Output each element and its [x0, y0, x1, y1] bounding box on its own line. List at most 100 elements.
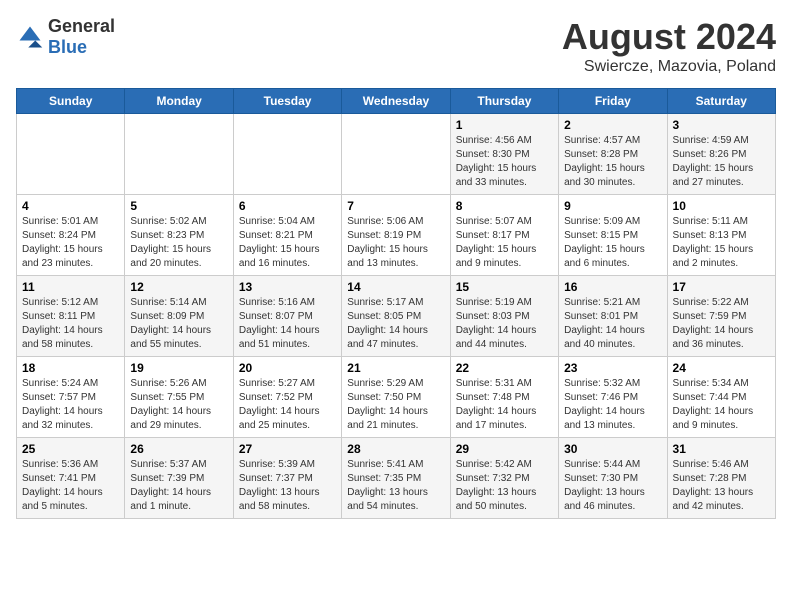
day-info: Sunrise: 5:11 AMSunset: 8:13 PMDaylight:… [673, 215, 770, 271]
day-number: 2 [564, 118, 661, 132]
calendar-cell [125, 114, 233, 195]
day-info: Sunrise: 5:24 AMSunset: 7:57 PMDaylight:… [22, 377, 119, 433]
weekday-header: Tuesday [233, 89, 341, 114]
day-number: 8 [456, 199, 553, 213]
day-info: Sunrise: 5:02 AMSunset: 8:23 PMDaylight:… [130, 215, 227, 271]
day-info: Sunrise: 5:32 AMSunset: 7:46 PMDaylight:… [564, 377, 661, 433]
page-header: General Blue August 2024 Swiercze, Mazov… [16, 16, 776, 76]
day-info: Sunrise: 5:07 AMSunset: 8:17 PMDaylight:… [456, 215, 553, 271]
day-number: 11 [22, 280, 119, 294]
calendar-week-row: 25 Sunrise: 5:36 AMSunset: 7:41 PMDayligh… [17, 438, 776, 519]
day-number: 16 [564, 280, 661, 294]
calendar-cell: 16 Sunrise: 5:21 AMSunset: 8:01 PMDayligh… [559, 276, 667, 357]
day-info: Sunrise: 5:31 AMSunset: 7:48 PMDaylight:… [456, 377, 553, 433]
main-title: August 2024 [562, 16, 776, 58]
day-info: Sunrise: 5:29 AMSunset: 7:50 PMDaylight:… [347, 377, 444, 433]
day-number: 30 [564, 442, 661, 456]
day-info: Sunrise: 5:17 AMSunset: 8:05 PMDaylight:… [347, 296, 444, 352]
day-number: 29 [456, 442, 553, 456]
day-number: 19 [130, 361, 227, 375]
day-info: Sunrise: 5:21 AMSunset: 8:01 PMDaylight:… [564, 296, 661, 352]
calendar-cell: 5 Sunrise: 5:02 AMSunset: 8:23 PMDaylight… [125, 195, 233, 276]
calendar-cell: 7 Sunrise: 5:06 AMSunset: 8:19 PMDaylight… [342, 195, 450, 276]
day-info: Sunrise: 5:36 AMSunset: 7:41 PMDaylight:… [22, 458, 119, 514]
day-info: Sunrise: 5:06 AMSunset: 8:19 PMDaylight:… [347, 215, 444, 271]
calendar-cell [342, 114, 450, 195]
day-info: Sunrise: 5:26 AMSunset: 7:55 PMDaylight:… [130, 377, 227, 433]
day-number: 10 [673, 199, 770, 213]
day-info: Sunrise: 5:34 AMSunset: 7:44 PMDaylight:… [673, 377, 770, 433]
calendar-cell: 4Sunrise: 5:01 AMSunset: 8:24 PMDaylight… [17, 195, 125, 276]
day-number: 15 [456, 280, 553, 294]
logo: General Blue [16, 16, 115, 58]
day-number: 1 [456, 118, 553, 132]
day-info: Sunrise: 4:59 AMSunset: 8:26 PMDaylight:… [673, 134, 770, 190]
calendar-cell: 17 Sunrise: 5:22 AMSunset: 7:59 PMDayligh… [667, 276, 775, 357]
day-number: 28 [347, 442, 444, 456]
day-info: Sunrise: 5:44 AMSunset: 7:30 PMDaylight:… [564, 458, 661, 514]
calendar-cell: 1 Sunrise: 4:56 AMSunset: 8:30 PMDaylight… [450, 114, 558, 195]
day-info: Sunrise: 5:27 AMSunset: 7:52 PMDaylight:… [239, 377, 336, 433]
calendar-cell: 21 Sunrise: 5:29 AMSunset: 7:50 PMDayligh… [342, 357, 450, 438]
calendar-week-row: 11 Sunrise: 5:12 AMSunset: 8:11 PMDayligh… [17, 276, 776, 357]
calendar-cell: 22Sunrise: 5:31 AMSunset: 7:48 PMDayligh… [450, 357, 558, 438]
calendar-cell: 25 Sunrise: 5:36 AMSunset: 7:41 PMDayligh… [17, 438, 125, 519]
day-number: 24 [673, 361, 770, 375]
day-info: Sunrise: 5:16 AMSunset: 8:07 PMDaylight:… [239, 296, 336, 352]
calendar-cell: 23 Sunrise: 5:32 AMSunset: 7:46 PMDayligh… [559, 357, 667, 438]
day-number: 21 [347, 361, 444, 375]
calendar-cell: 30 Sunrise: 5:44 AMSunset: 7:30 PMDayligh… [559, 438, 667, 519]
calendar-cell: 20Sunrise: 5:27 AMSunset: 7:52 PMDayligh… [233, 357, 341, 438]
calendar-cell: 12 Sunrise: 5:14 AMSunset: 8:09 PMDayligh… [125, 276, 233, 357]
day-info: Sunrise: 5:39 AMSunset: 7:37 PMDaylight:… [239, 458, 336, 514]
calendar-cell: 13 Sunrise: 5:16 AMSunset: 8:07 PMDayligh… [233, 276, 341, 357]
day-number: 18 [22, 361, 119, 375]
logo-general: General [48, 16, 115, 36]
day-number: 13 [239, 280, 336, 294]
day-info: Sunrise: 4:56 AMSunset: 8:30 PMDaylight:… [456, 134, 553, 190]
day-number: 26 [130, 442, 227, 456]
calendar-cell: 6 Sunrise: 5:04 AMSunset: 8:21 PMDaylight… [233, 195, 341, 276]
day-info: Sunrise: 5:14 AMSunset: 8:09 PMDaylight:… [130, 296, 227, 352]
logo-blue: Blue [48, 37, 87, 57]
weekday-header: Saturday [667, 89, 775, 114]
day-number: 6 [239, 199, 336, 213]
day-info: Sunrise: 5:19 AMSunset: 8:03 PMDaylight:… [456, 296, 553, 352]
day-number: 12 [130, 280, 227, 294]
day-info: Sunrise: 5:41 AMSunset: 7:35 PMDaylight:… [347, 458, 444, 514]
weekday-header: Sunday [17, 89, 125, 114]
calendar-cell: 3 Sunrise: 4:59 AMSunset: 8:26 PMDaylight… [667, 114, 775, 195]
day-number: 7 [347, 199, 444, 213]
calendar-header-row: SundayMondayTuesdayWednesdayThursdayFrid… [17, 89, 776, 114]
day-number: 3 [673, 118, 770, 132]
day-number: 25 [22, 442, 119, 456]
weekday-header: Wednesday [342, 89, 450, 114]
logo-text: General Blue [48, 16, 115, 58]
day-number: 23 [564, 361, 661, 375]
calendar-cell: 28 Sunrise: 5:41 AMSunset: 7:35 PMDayligh… [342, 438, 450, 519]
calendar-cell: 27 Sunrise: 5:39 AMSunset: 7:37 PMDayligh… [233, 438, 341, 519]
calendar-week-row: 4Sunrise: 5:01 AMSunset: 8:24 PMDaylight… [17, 195, 776, 276]
day-number: 4 [22, 199, 119, 213]
day-number: 31 [673, 442, 770, 456]
calendar-cell: 10 Sunrise: 5:11 AMSunset: 8:13 PMDayligh… [667, 195, 775, 276]
calendar-cell: 24 Sunrise: 5:34 AMSunset: 7:44 PMDayligh… [667, 357, 775, 438]
day-info: Sunrise: 5:37 AMSunset: 7:39 PMDaylight:… [130, 458, 227, 514]
day-info: Sunrise: 5:42 AMSunset: 7:32 PMDaylight:… [456, 458, 553, 514]
day-info: Sunrise: 5:12 AMSunset: 8:11 PMDaylight:… [22, 296, 119, 352]
day-number: 17 [673, 280, 770, 294]
calendar-cell: 14Sunrise: 5:17 AMSunset: 8:05 PMDayligh… [342, 276, 450, 357]
calendar-week-row: 1 Sunrise: 4:56 AMSunset: 8:30 PMDaylight… [17, 114, 776, 195]
calendar-cell [233, 114, 341, 195]
day-info: Sunrise: 5:04 AMSunset: 8:21 PMDaylight:… [239, 215, 336, 271]
day-info: Sunrise: 5:22 AMSunset: 7:59 PMDaylight:… [673, 296, 770, 352]
day-number: 27 [239, 442, 336, 456]
calendar-cell: 8 Sunrise: 5:07 AMSunset: 8:17 PMDaylight… [450, 195, 558, 276]
calendar-cell: 18 Sunrise: 5:24 AMSunset: 7:57 PMDayligh… [17, 357, 125, 438]
calendar-cell: 31Sunrise: 5:46 AMSunset: 7:28 PMDayligh… [667, 438, 775, 519]
weekday-header: Friday [559, 89, 667, 114]
day-number: 5 [130, 199, 227, 213]
title-block: August 2024 Swiercze, Mazovia, Poland [562, 16, 776, 76]
calendar-cell: 11 Sunrise: 5:12 AMSunset: 8:11 PMDayligh… [17, 276, 125, 357]
calendar-cell: 9Sunrise: 5:09 AMSunset: 8:15 PMDaylight… [559, 195, 667, 276]
